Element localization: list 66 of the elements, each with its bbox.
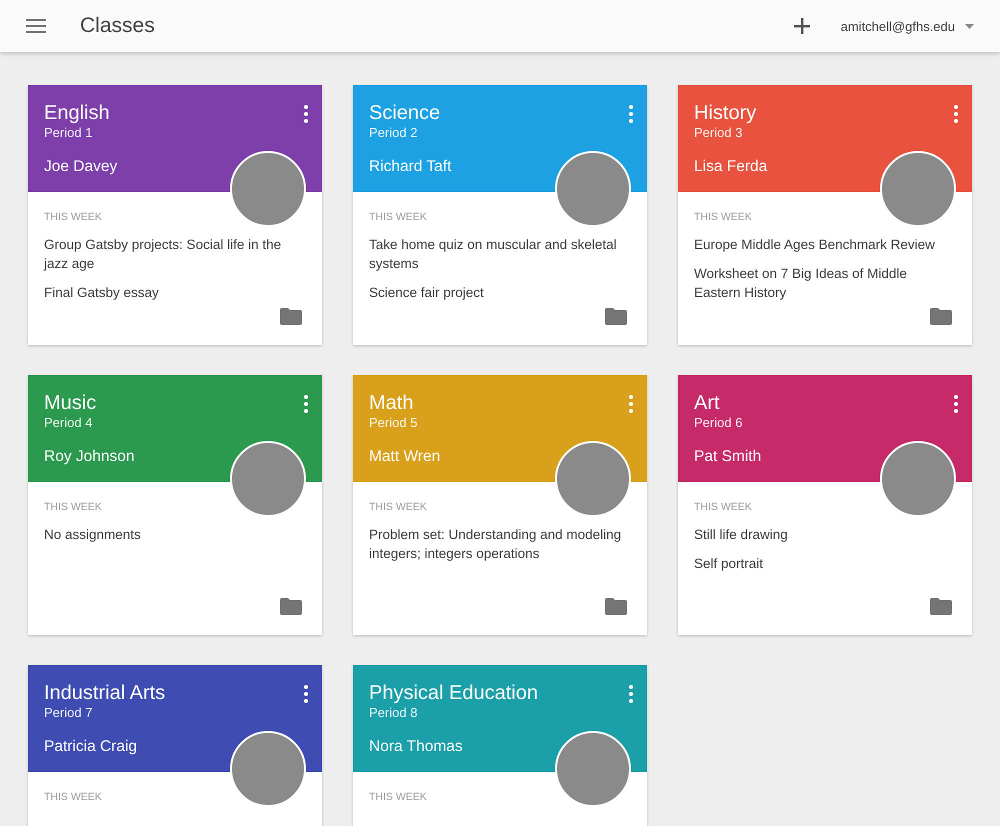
class-name: Art [694, 391, 721, 415]
section-label: THIS WEEK [369, 211, 428, 223]
more-options-icon[interactable] [954, 395, 958, 413]
section-label: THIS WEEK [694, 501, 753, 513]
assignment-text[interactable]: Worksheet on 7 Big Ideas of Middle Eastern History [694, 264, 956, 302]
teacher-name: Nora Thomas [369, 737, 464, 757]
assignment-text[interactable]: Still life drawing [694, 525, 956, 544]
section-label: THIS WEEK [44, 791, 103, 803]
caret-icon[interactable] [965, 24, 974, 28]
assignment-text[interactable]: Self portrait [694, 554, 956, 573]
class-period: Period 2 [369, 125, 418, 141]
section-label: THIS WEEK [369, 791, 428, 803]
class-name: Math [369, 391, 414, 415]
class-period: Period 8 [369, 705, 418, 721]
assignment-text[interactable]: Science fair project [369, 283, 631, 302]
plus-icon[interactable] [792, 17, 811, 35]
folder-icon[interactable] [930, 598, 952, 615]
assignment-text[interactable]: No assignments [44, 525, 306, 544]
more-options-icon[interactable] [304, 105, 308, 123]
folder-icon[interactable] [280, 308, 302, 325]
account-email[interactable]: amitchell@gfhs.edu [840, 18, 955, 34]
folder-icon[interactable] [280, 598, 302, 615]
class-card[interactable]: Math Period 5 Matt Wren THIS WEEK Problem set: Understanding and modeling integers; integers operations [353, 375, 647, 635]
class-period: Period 7 [44, 705, 94, 721]
class-card[interactable]: Industrial Arts Period 7 Patricia Craig THIS WEEK [28, 665, 322, 826]
teacher-name: Lisa Ferda [694, 157, 768, 177]
menu-icon[interactable] [26, 19, 46, 33]
class-period: Period 4 [44, 415, 94, 431]
folder-icon[interactable] [930, 308, 952, 325]
class-period: Period 3 [694, 125, 744, 141]
class-card[interactable]: Science Period 2 Richard Taft THIS WEEK Take home quiz on muscular and skeletal systems Science fair project [353, 85, 647, 345]
assignment-text[interactable]: Final Gatsby essay [44, 283, 306, 302]
section-label: THIS WEEK [369, 501, 428, 513]
more-options-icon[interactable] [629, 685, 633, 703]
class-period: Period 6 [694, 415, 744, 431]
class-name: Physical Education [369, 681, 539, 705]
assignment-text[interactable]: Take home quiz on muscular and skeletal systems [369, 235, 631, 273]
teacher-name: Pat Smith [694, 447, 762, 467]
section-label: THIS WEEK [44, 211, 103, 223]
page-title: Classes [80, 14, 156, 38]
folder-icon[interactable] [605, 308, 627, 325]
class-name: Science [369, 101, 442, 125]
class-period: Period 1 [44, 125, 94, 141]
class-card[interactable]: Music Period 4 Roy Johnson THIS WEEK No assignments [28, 375, 322, 635]
class-name: Industrial Arts [44, 681, 166, 705]
class-name: English [44, 101, 111, 125]
class-card[interactable]: History Period 3 Lisa Ferda THIS WEEK Europe Middle Ages Benchmark Review Worksheet on 7 Big Ideas of Middle Eastern History [678, 85, 972, 345]
teacher-name: Matt Wren [369, 447, 442, 467]
folder-icon[interactable] [605, 598, 627, 615]
class-period: Period 5 [369, 415, 418, 431]
teacher-name: Richard Taft [369, 157, 452, 177]
more-options-icon[interactable] [954, 105, 958, 123]
class-card[interactable]: English Period 1 Joe Davey THIS WEEK Group Gatsby projects: Social life in the jazz age Final Gatsby essay [28, 85, 322, 345]
assignment-text[interactable]: Europe Middle Ages Benchmark Review [694, 235, 956, 254]
section-label: THIS WEEK [694, 211, 753, 223]
class-name: Music [44, 391, 98, 415]
more-options-icon[interactable] [304, 395, 308, 413]
more-options-icon[interactable] [304, 685, 308, 703]
class-card[interactable]: Art Period 6 Pat Smith THIS WEEK Still life drawing Self portrait [678, 375, 972, 635]
section-label: THIS WEEK [44, 501, 103, 513]
teacher-name: Patricia Craig [44, 737, 138, 757]
teacher-name: Roy Johnson [44, 447, 136, 467]
assignment-text[interactable]: Group Gatsby projects: Social life in the jazz age [44, 235, 306, 273]
teacher-name: Joe Davey [44, 157, 118, 177]
assignment-text[interactable]: Problem set: Understanding and modeling integers; integers operations [369, 525, 631, 563]
class-name: History [694, 101, 758, 125]
